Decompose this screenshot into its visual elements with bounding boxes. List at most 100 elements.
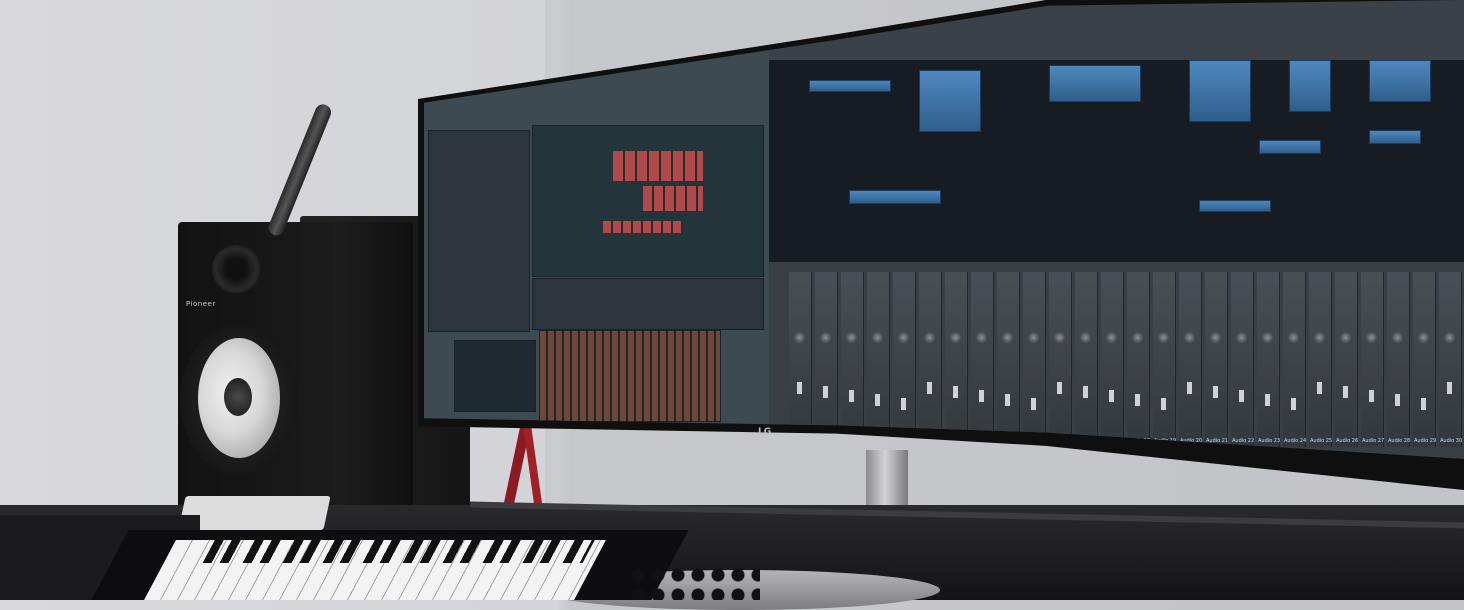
channel-name: Audio 24 xyxy=(1284,438,1307,444)
mixer-channel-strip[interactable]: Audio 27 xyxy=(1361,272,1384,447)
speaker-brand-label: Pioneer xyxy=(186,300,216,308)
mixer-channel-strip[interactable]: Audio 19 xyxy=(1153,272,1176,447)
mixer-channel-strip[interactable]: Audio 6 xyxy=(815,272,838,447)
mixer-channel-strip[interactable]: Audio 11 xyxy=(945,272,968,447)
mixer-channel-strip[interactable]: Audio 25 xyxy=(1309,272,1332,447)
volume-fader[interactable] xyxy=(875,394,880,406)
volume-fader[interactable] xyxy=(1447,382,1452,394)
volume-fader[interactable] xyxy=(1239,390,1244,402)
speaker-tweeter xyxy=(212,245,260,293)
mixer-channel-strip[interactable]: Audio 7 xyxy=(841,272,864,447)
pan-knob[interactable] xyxy=(898,332,909,343)
volume-fader[interactable] xyxy=(979,390,984,402)
volume-fader[interactable] xyxy=(1317,382,1322,394)
volume-fader[interactable] xyxy=(1213,386,1218,398)
pan-knob[interactable] xyxy=(794,332,805,343)
volume-fader[interactable] xyxy=(1369,390,1374,402)
studio-daw-window: Audio 5 Audio 6 Audio 7 Audio 8 Audio 9 Audio… xyxy=(769,0,1464,459)
volume-fader[interactable] xyxy=(1161,398,1166,410)
volume-fader[interactable] xyxy=(1083,386,1088,398)
mixer-channel-strip[interactable]: Audio 8 xyxy=(867,272,890,447)
mixer-channel-strip[interactable]: Audio 13 xyxy=(997,272,1020,447)
arrange-view xyxy=(769,60,1464,270)
audio-clip xyxy=(1199,200,1271,212)
mixer-channel-strip[interactable]: Audio 5 xyxy=(789,272,812,447)
channel-name: Audio 29 xyxy=(1414,438,1437,444)
mixer-channel-strip[interactable]: Audio 30 xyxy=(1439,272,1462,447)
pan-knob[interactable] xyxy=(1366,332,1377,343)
mixer-channel-strip[interactable]: Audio 20 xyxy=(1179,272,1202,447)
volume-fader[interactable] xyxy=(823,386,828,398)
mixer-channel-strip[interactable]: Audio 9 xyxy=(893,272,916,447)
volume-fader[interactable] xyxy=(953,386,958,398)
pan-knob[interactable] xyxy=(1210,332,1221,343)
mixer-channel-strip[interactable]: Audio 24 xyxy=(1283,272,1306,447)
pan-knob[interactable] xyxy=(1418,332,1429,343)
monitor-screen: Audio 5 Audio 6 Audio 7 Audio 8 Audio 9 Audio… xyxy=(424,0,1464,459)
pan-knob[interactable] xyxy=(846,332,857,343)
fl-eq-panel xyxy=(454,340,536,412)
volume-fader[interactable] xyxy=(1421,398,1426,410)
pan-knob[interactable] xyxy=(820,332,831,343)
pan-knob[interactable] xyxy=(1288,332,1299,343)
audio-clip xyxy=(1369,60,1431,102)
channel-name: Audio 28 xyxy=(1388,438,1411,444)
channel-name: Audio 25 xyxy=(1310,438,1333,444)
pan-knob[interactable] xyxy=(1002,332,1013,343)
mixer-channel-strip[interactable]: Audio 23 xyxy=(1257,272,1280,447)
mixer-channel-strip[interactable]: Audio 22 xyxy=(1231,272,1254,447)
volume-fader[interactable] xyxy=(1109,390,1114,402)
pan-knob[interactable] xyxy=(924,332,935,343)
pan-knob[interactable] xyxy=(1184,332,1195,343)
pan-knob[interactable] xyxy=(1340,332,1351,343)
channel-name: Audio 22 xyxy=(1232,438,1255,444)
volume-fader[interactable] xyxy=(1135,394,1140,406)
volume-fader[interactable] xyxy=(901,398,906,410)
volume-fader[interactable] xyxy=(1265,394,1270,406)
mixer-channel-strip[interactable]: Audio 15 xyxy=(1049,272,1072,447)
volume-fader[interactable] xyxy=(797,382,802,394)
fl-mixer-panel xyxy=(539,330,721,422)
pan-knob[interactable] xyxy=(1392,332,1403,343)
pan-knob[interactable] xyxy=(1080,332,1091,343)
mixer-channel-strip[interactable]: Audio 21 xyxy=(1205,272,1228,447)
mixer-channel-strip[interactable]: Audio 28 xyxy=(1387,272,1410,447)
pan-knob[interactable] xyxy=(976,332,987,343)
channel-name: Audio 8 xyxy=(868,438,887,444)
volume-fader[interactable] xyxy=(927,382,932,394)
mixer-channel-strip[interactable]: Audio 16 xyxy=(1075,272,1098,447)
speaker-dust-cap xyxy=(224,378,252,416)
volume-fader[interactable] xyxy=(1395,394,1400,406)
pan-knob[interactable] xyxy=(1028,332,1039,343)
pan-knob[interactable] xyxy=(1236,332,1247,343)
audio-clip xyxy=(1369,130,1421,144)
pan-knob[interactable] xyxy=(950,332,961,343)
volume-fader[interactable] xyxy=(1031,398,1036,410)
mixer-channel-strip[interactable]: Audio 29 xyxy=(1413,272,1436,447)
audio-clip xyxy=(809,80,891,92)
pan-knob[interactable] xyxy=(1314,332,1325,343)
pan-knob[interactable] xyxy=(1444,332,1455,343)
mixer-channel-strip[interactable]: Audio 18 xyxy=(1127,272,1150,447)
pan-knob[interactable] xyxy=(872,332,883,343)
mixer-channel-strip[interactable]: Audio 17 xyxy=(1101,272,1124,447)
volume-fader[interactable] xyxy=(1291,398,1296,410)
mixer-channel-strip[interactable]: Audio 10 xyxy=(919,272,942,447)
volume-fader[interactable] xyxy=(1005,394,1010,406)
pan-knob[interactable] xyxy=(1054,332,1065,343)
volume-fader[interactable] xyxy=(849,390,854,402)
audio-clip xyxy=(849,190,941,204)
pan-knob[interactable] xyxy=(1262,332,1273,343)
volume-fader[interactable] xyxy=(1343,386,1348,398)
pan-knob[interactable] xyxy=(1158,332,1169,343)
synth-knobs xyxy=(630,565,760,600)
pan-knob[interactable] xyxy=(1132,332,1143,343)
mixer-channel-strip[interactable]: Audio 26 xyxy=(1335,272,1358,447)
mixer-channel-strip[interactable]: Audio 14 xyxy=(1023,272,1046,447)
audio-clip xyxy=(1049,65,1141,102)
volume-fader[interactable] xyxy=(1187,382,1192,394)
mixer-channel-strip[interactable]: Audio 12 xyxy=(971,272,994,447)
volume-fader[interactable] xyxy=(1057,382,1062,394)
pan-knob[interactable] xyxy=(1106,332,1117,343)
fl-plugin-rack xyxy=(532,278,764,330)
